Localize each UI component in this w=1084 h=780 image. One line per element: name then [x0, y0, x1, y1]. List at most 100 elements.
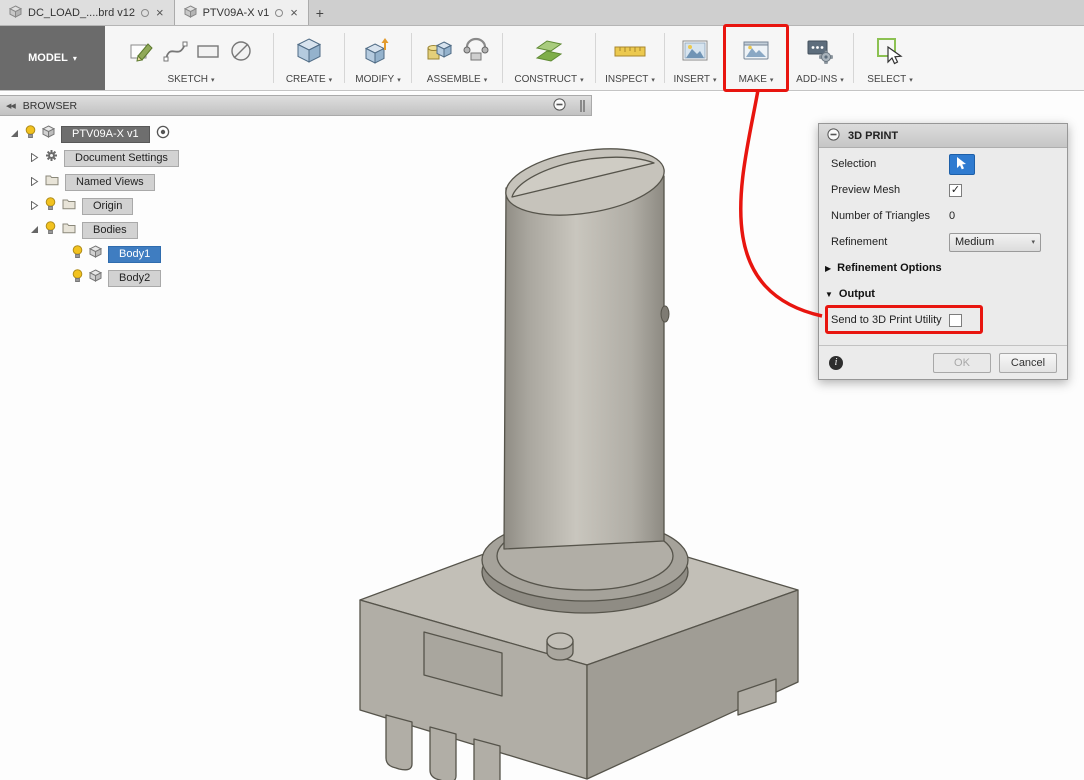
tab-close-icon[interactable]: ×: [155, 6, 165, 19]
toolbar-divider: [595, 33, 596, 83]
output-section[interactable]: ▼ Output: [819, 281, 1067, 307]
create-solid-icon[interactable]: [294, 36, 324, 71]
refinement-options-label: Refinement Options: [837, 262, 942, 274]
refinement-dropdown[interactable]: Medium ▾: [949, 232, 1041, 252]
number-of-triangles-row: Number of Triangles 0: [819, 203, 1067, 229]
chevron-down-icon: ▾: [328, 76, 333, 84]
activate-component-radio-icon[interactable]: [156, 125, 170, 144]
send-to-3d-print-label: Send to 3D Print Utility: [831, 314, 942, 326]
insert-canvas-icon[interactable]: [680, 36, 710, 71]
browser-panel-title: BROWSER: [22, 99, 78, 112]
tab-dc-load-brd[interactable]: DC_LOAD_....brd v12 ×: [0, 0, 175, 25]
chevron-down-icon: ▾: [909, 76, 913, 84]
toolbar-divider: [502, 33, 503, 83]
visibility-bulb-icon[interactable]: [72, 268, 83, 288]
sketch-menu[interactable]: SKETCH ▾: [167, 74, 214, 85]
collapsed-arrow-icon: ▶: [825, 263, 832, 273]
tree-item-origin[interactable]: Origin: [82, 197, 134, 215]
panel-resize-grip[interactable]: [580, 99, 585, 112]
info-icon[interactable]: i: [829, 355, 843, 370]
tree-item-document-settings[interactable]: Document Settings: [64, 149, 179, 167]
make-menu[interactable]: MAKE ▾: [739, 74, 774, 85]
toolbar-divider: [664, 33, 665, 83]
dialog-title-bar[interactable]: 3D PRINT: [819, 124, 1067, 148]
make-3d-print-icon[interactable]: [741, 36, 771, 71]
refinement-options-section[interactable]: ▶ Refinement Options: [819, 255, 1067, 281]
3d-print-dialog: 3D PRINT Selection Preview Mesh ✓ Number…: [818, 123, 1068, 380]
select-cursor-icon[interactable]: [875, 36, 905, 71]
selection-tool-button[interactable]: [949, 153, 975, 175]
tab-close-icon[interactable]: ×: [289, 6, 299, 19]
panel-collapse-icon[interactable]: ◀◀: [6, 102, 16, 110]
toolbar-group-make: MAKE ▾: [723, 24, 789, 92]
circle-tool-icon[interactable]: [228, 38, 254, 69]
toolbar-group-select: SELECT ▾: [856, 26, 924, 90]
toolbar-group-assemble: ASSEMBLE ▾: [414, 26, 500, 90]
visibility-bulb-icon[interactable]: [25, 124, 36, 144]
press-pull-icon[interactable]: [363, 36, 393, 71]
panel-minimize-icon[interactable]: [553, 97, 566, 114]
construct-plane-icon[interactable]: [534, 36, 564, 71]
chevron-down-icon: ▾: [397, 76, 401, 84]
addins-menu[interactable]: ADD-INS ▾: [796, 74, 844, 85]
rectangle-tool-icon[interactable]: [195, 38, 221, 69]
tab-ptv09a[interactable]: PTV09A-X v1 ×: [174, 0, 309, 25]
insert-menu[interactable]: INSERT ▾: [673, 74, 716, 85]
tree-item-body2[interactable]: Body2: [108, 269, 162, 287]
triangles-label: Number of Triangles: [831, 210, 931, 222]
chevron-down-icon: ▾: [580, 76, 584, 84]
scripts-addins-icon[interactable]: [805, 36, 835, 71]
body-cube-icon: [88, 245, 103, 263]
visibility-bulb-icon[interactable]: [45, 220, 56, 240]
dialog-title: 3D PRINT: [848, 129, 899, 142]
tree-item-bodies[interactable]: Bodies: [82, 221, 138, 239]
tree-item-named-views[interactable]: Named Views: [65, 173, 155, 191]
collapsed-triangle-icon[interactable]: [30, 173, 39, 191]
assemble-menu[interactable]: ASSEMBLE ▾: [427, 74, 487, 85]
workspace-label: MODEL: [28, 52, 68, 64]
create-menu[interactable]: CREATE ▾: [286, 74, 332, 85]
visibility-bulb-icon[interactable]: [45, 196, 56, 216]
tree-row-bodies: Bodies: [0, 218, 592, 242]
ok-button[interactable]: OK: [933, 352, 991, 373]
tree-item-body1[interactable]: Body1: [108, 245, 162, 263]
folder-icon: [45, 173, 59, 191]
toolbar-divider: [273, 33, 274, 83]
tab-title: PTV09A-X v1: [202, 6, 270, 19]
expanded-triangle-icon[interactable]: [10, 125, 19, 143]
visibility-bulb-icon[interactable]: [72, 244, 83, 264]
body-cube-icon: [88, 269, 103, 287]
measure-ruler-icon[interactable]: [613, 36, 647, 71]
new-tab-button[interactable]: +: [309, 0, 331, 25]
triangles-value: 0: [949, 210, 956, 222]
spline-tool-icon[interactable]: [162, 38, 188, 69]
joint-icon[interactable]: [461, 36, 491, 71]
chevron-down-icon: ▾: [211, 76, 215, 84]
new-component-icon[interactable]: [424, 36, 454, 71]
chevron-down-icon: ▾: [769, 76, 774, 84]
tree-row-root-component: PTV09A-X v1: [0, 122, 592, 146]
inspect-menu[interactable]: INSPECT ▾: [605, 74, 655, 85]
tab-sync-status-icon: [141, 8, 149, 17]
create-sketch-icon[interactable]: [129, 38, 155, 69]
cancel-button[interactable]: Cancel: [999, 352, 1057, 373]
toolbar-group-inspect: INSPECT ▾: [598, 26, 662, 90]
dialog-collapse-icon[interactable]: [827, 127, 840, 144]
select-menu[interactable]: SELECT ▾: [867, 74, 912, 85]
workspace-selector[interactable]: MODEL ▾: [0, 26, 105, 90]
chevron-down-icon: ▾: [1031, 239, 1035, 246]
preview-mesh-checkbox[interactable]: ✓: [949, 183, 962, 197]
toolbar-group-sketch: SKETCH ▾: [111, 26, 271, 90]
output-label: Output: [838, 288, 875, 300]
modify-menu[interactable]: MODIFY ▾: [355, 74, 400, 85]
send-to-3d-print-checkbox[interactable]: [949, 313, 962, 327]
expanded-triangle-icon[interactable]: [30, 221, 39, 239]
toolbar-group-modify: MODIFY ▾: [347, 26, 409, 90]
refinement-row: Refinement Medium ▾: [819, 229, 1067, 255]
collapsed-triangle-icon[interactable]: [30, 197, 39, 215]
collapsed-triangle-icon[interactable]: [30, 149, 39, 167]
tree-item-root[interactable]: PTV09A-X v1: [61, 125, 150, 143]
toolbar-divider: [344, 33, 345, 83]
send-to-3d-print-row: Send to 3D Print Utility: [819, 305, 1067, 334]
construct-menu[interactable]: CONSTRUCT ▾: [514, 74, 583, 85]
